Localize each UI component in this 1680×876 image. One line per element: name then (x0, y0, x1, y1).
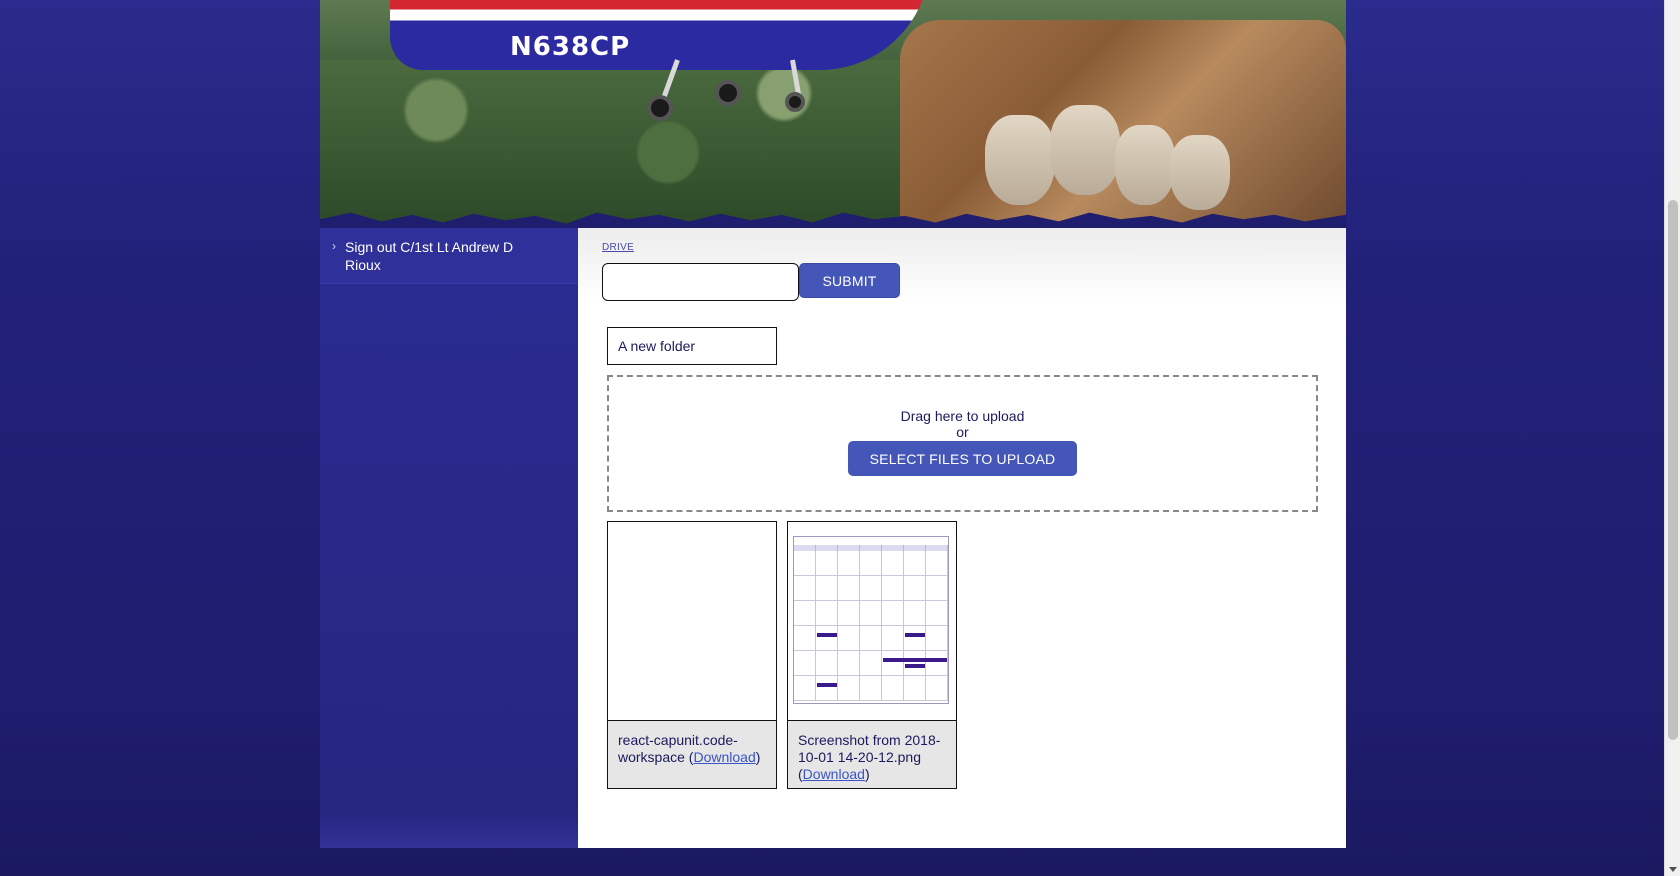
calendar-event (905, 633, 925, 637)
folder-item[interactable]: A new folder (607, 327, 777, 365)
sidebar-item-sign-out[interactable]: › Sign out C/1st Lt Andrew D Rioux (320, 228, 578, 284)
calendar-event (817, 633, 837, 637)
banner-face (1115, 125, 1175, 205)
calendar-screenshot-preview (793, 536, 949, 704)
download-link[interactable]: Download (803, 766, 865, 782)
drop-instructions: Drag here to upload or (609, 408, 1316, 440)
drag-text: Drag here to upload (900, 408, 1025, 424)
banner-face (1170, 135, 1230, 210)
airplane-tail-number: N638CP (510, 32, 631, 62)
calendar-header (794, 537, 948, 545)
sidebar-footer (320, 812, 578, 848)
landing-gear-wheel (785, 92, 805, 112)
landing-gear-wheel (647, 95, 673, 121)
scroll-down-arrow-icon[interactable] (1669, 867, 1677, 872)
page-scrollbar[interactable] (1664, 0, 1680, 876)
download-link[interactable]: Download (693, 749, 755, 765)
scrollbar-thumb[interactable] (1668, 200, 1678, 740)
file-thumbnail (608, 522, 776, 721)
banner-forest (320, 60, 900, 228)
banner-mount-rushmore (900, 20, 1346, 228)
page-container: N638CP › Sign out C/1st Lt Andrew D Riou… (320, 0, 1346, 848)
upload-drop-zone[interactable]: Drag here to upload or SELECT FILES TO U… (607, 375, 1318, 512)
sidebar-item-label: Sign out C/1st Lt Andrew D Rioux (345, 239, 514, 273)
main-content: DRIVE SUBMIT A new folder Drag here to u… (578, 228, 1346, 848)
file-item[interactable]: react-capunit.code-workspace (Download) (607, 521, 777, 789)
file-name: Screenshot from 2018-10-01 14-20-12.png … (798, 732, 941, 782)
select-files-button[interactable]: SELECT FILES TO UPLOAD (848, 441, 1077, 476)
file-item[interactable]: Screenshot from 2018-10-01 14-20-12.png … (787, 521, 957, 789)
file-name: react-capunit.code-workspace (Download) (618, 732, 761, 765)
new-folder-name-input[interactable] (602, 263, 799, 301)
file-name-text: Screenshot from 2018-10-01 14-20-12.png (798, 732, 941, 765)
landing-gear-wheel (715, 80, 741, 106)
calendar-event (817, 683, 837, 687)
submit-button[interactable]: SUBMIT (799, 263, 900, 298)
header-banner: N638CP (320, 0, 1346, 228)
calendar-event (883, 658, 947, 662)
calendar-event (905, 664, 925, 668)
banner-face (1050, 105, 1120, 195)
breadcrumb-drive[interactable]: DRIVE (602, 242, 634, 253)
calendar-grid (794, 551, 948, 701)
or-text: or (956, 424, 969, 440)
sidebar: › Sign out C/1st Lt Andrew D Rioux (320, 228, 578, 848)
file-thumbnail (788, 522, 956, 721)
banner-face (985, 115, 1055, 205)
chevron-right-icon: › (332, 239, 336, 253)
banner-airplane (390, 0, 930, 70)
